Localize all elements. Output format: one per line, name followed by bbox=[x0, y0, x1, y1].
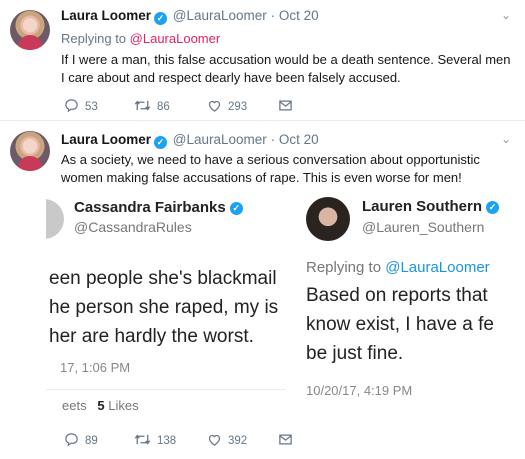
timestamp[interactable]: Oct 20 bbox=[279, 8, 319, 23]
embedded-text-line: be just fine. bbox=[306, 343, 404, 364]
envelope-icon bbox=[279, 100, 292, 111]
embedded-display-name: Lauren Southern ✓ bbox=[362, 198, 500, 215]
user-handle[interactable]: @LauraLoomer bbox=[173, 132, 267, 147]
heart-icon bbox=[208, 100, 221, 112]
avatar bbox=[46, 199, 64, 239]
reply-count: 89 bbox=[85, 435, 98, 447]
timestamp[interactable]: Oct 20 bbox=[279, 132, 319, 147]
separator: · bbox=[270, 132, 276, 147]
like-button[interactable]: 392 bbox=[207, 432, 247, 447]
verified-icon: ✓ bbox=[154, 136, 168, 149]
embedded-screenshot-right: Lauren Southern ✓ @Lauren_Southern Replyi… bbox=[292, 193, 525, 413]
retweet-count: 86 bbox=[157, 101, 170, 113]
tweet-header: Laura Loomer ✓ @LauraLoomer · Oct 20 bbox=[61, 132, 319, 149]
tweet-header: Laura Loomer ✓ @LauraLoomer · Oct 20 bbox=[61, 8, 319, 25]
reply-icon bbox=[65, 99, 78, 113]
tweet-text: If I were a man, this false accusation w… bbox=[61, 52, 511, 85]
embedded-stats: eets 5 Likes bbox=[62, 398, 139, 413]
reply-button[interactable]: 89 bbox=[64, 432, 98, 447]
like-count: 392 bbox=[228, 435, 248, 447]
chevron-down-icon[interactable]: ⌄ bbox=[501, 8, 511, 22]
separator: · bbox=[270, 8, 276, 23]
like-count: 293 bbox=[228, 101, 248, 113]
embedded-screenshot-left: Cassandra Fairbanks ✓ @CassandraRules een… bbox=[46, 193, 286, 423]
verified-icon: ✓ bbox=[486, 201, 500, 214]
divider bbox=[46, 389, 286, 390]
avatar[interactable] bbox=[10, 131, 50, 171]
likes-label: Likes bbox=[108, 398, 139, 413]
retweet-button[interactable]: 138 bbox=[134, 432, 176, 447]
replying-to: Replying to @LauraLoomer bbox=[61, 31, 220, 46]
retweet-icon bbox=[134, 100, 151, 111]
embedded-timestamp: 10/20/17, 4:19 PM bbox=[306, 383, 413, 398]
embedded-text-line: een people she's blackmail bbox=[49, 268, 277, 289]
like-button[interactable]: 293 bbox=[207, 98, 247, 113]
avatar[interactable] bbox=[10, 10, 50, 50]
embedded-handle: @Lauren_Southern bbox=[362, 219, 485, 235]
display-name[interactable]: Laura Loomer bbox=[61, 8, 151, 23]
replying-prefix: Replying to bbox=[61, 31, 127, 46]
verified-icon: ✓ bbox=[229, 202, 243, 215]
embedded-display-name: Cassandra Fairbanks ✓ bbox=[74, 199, 243, 216]
message-button[interactable] bbox=[278, 98, 299, 113]
embedded-replying-to: Replying to @LauraLoomer bbox=[306, 259, 490, 276]
avatar bbox=[306, 197, 350, 241]
embedded-handle: @CassandraRules bbox=[74, 219, 192, 235]
retweet-icon bbox=[134, 434, 151, 445]
embedded-text-line: he person she raped, my is bbox=[49, 297, 279, 318]
reply-icon bbox=[65, 433, 78, 447]
verified-icon: ✓ bbox=[154, 12, 168, 25]
likes-count: 5 bbox=[97, 398, 105, 413]
retweet-button[interactable]: 86 bbox=[134, 98, 170, 113]
chevron-down-icon[interactable]: ⌄ bbox=[501, 132, 511, 146]
message-button[interactable] bbox=[278, 432, 299, 447]
heart-icon bbox=[208, 434, 221, 446]
display-name[interactable]: Laura Loomer bbox=[61, 132, 151, 147]
tweet: Laura Loomer ✓ @LauraLoomer · Oct 20 ⌄ Re… bbox=[0, 0, 525, 121]
tweet-media[interactable]: Cassandra Fairbanks ✓ @CassandraRules een… bbox=[46, 193, 525, 423]
embedded-text-line: her are hardly the worst. bbox=[49, 326, 254, 347]
reply-button[interactable]: 53 bbox=[64, 98, 98, 113]
embedded-text-line: know exist, I have a fe bbox=[306, 314, 494, 335]
reply-count: 53 bbox=[85, 101, 98, 113]
envelope-icon bbox=[279, 434, 292, 445]
retweet-count: 138 bbox=[157, 435, 177, 447]
embedded-timestamp: 17, 1:06 PM bbox=[60, 360, 131, 375]
replying-to-link[interactable]: @LauraLoomer bbox=[130, 31, 221, 46]
embedded-text-line: Based on reports that bbox=[306, 285, 488, 306]
tweet-text: As a society, we need to have a serious … bbox=[61, 152, 480, 185]
tweet: Laura Loomer ✓ @LauraLoomer · Oct 20 ⌄ As… bbox=[0, 121, 525, 459]
user-handle[interactable]: @LauraLoomer bbox=[173, 8, 267, 23]
stats-prefix: eets bbox=[62, 398, 87, 413]
